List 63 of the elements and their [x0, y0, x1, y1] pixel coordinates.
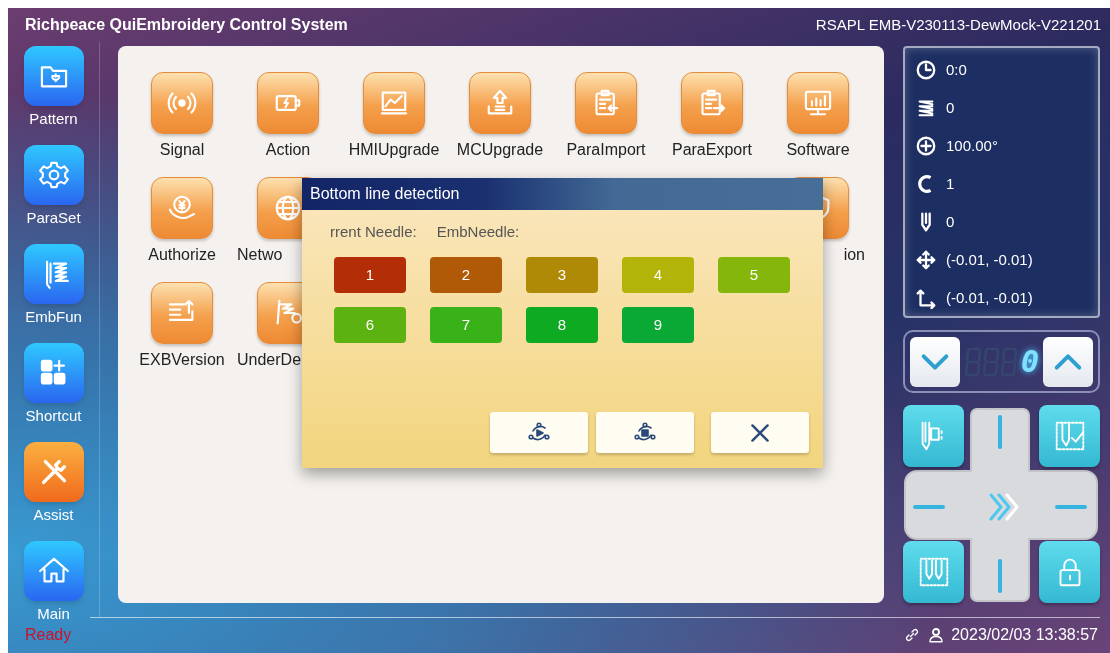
needle-button[interactable]: 9 [622, 307, 694, 343]
nav-button[interactable] [23, 442, 84, 502]
plus-circle-icon [915, 135, 937, 157]
nav-button[interactable] [23, 343, 84, 403]
date-time: 2023/02/03 13:38:57 [951, 625, 1098, 645]
function-label: Software [786, 140, 850, 160]
status-value: (-0.01, -0.01) [946, 287, 1033, 308]
pad-button[interactable] [1039, 405, 1100, 467]
nav-label: ParaSet [26, 208, 81, 228]
nav-button[interactable] [23, 145, 84, 205]
increase-button[interactable] [1043, 336, 1093, 387]
status-text: Ready [25, 625, 72, 645]
function-label: HMIUpgrade [348, 140, 440, 160]
function-label: ParaExport [671, 140, 752, 160]
status-value: 1 [946, 173, 955, 194]
nav-button[interactable] [23, 46, 84, 106]
clock-icon [915, 59, 937, 81]
needle-button[interactable]: 8 [526, 307, 598, 343]
needle-button[interactable]: 4 [622, 257, 694, 293]
status-value: 100.00° [946, 135, 998, 156]
function-label: EXBVersion [139, 350, 225, 370]
counter-value: 0 [1020, 345, 1039, 378]
nav-button[interactable] [23, 541, 84, 601]
play-button[interactable] [490, 412, 588, 453]
function-label: MCUpgrade [456, 140, 544, 160]
function-label: Action [265, 140, 311, 160]
nav-label: EmbFun [25, 307, 82, 327]
function-label: ion [843, 245, 865, 265]
stop-button[interactable] [596, 412, 694, 453]
function-label: UnderDe [237, 350, 302, 370]
direction-pad-drawing[interactable] [903, 405, 1100, 603]
dialog-title: Bottom line detection [310, 184, 460, 204]
info-text: rrent Needle: [330, 221, 417, 242]
needle-button[interactable]: 3 [526, 257, 598, 293]
status-value: 0:0 [946, 59, 967, 80]
nav-button[interactable] [23, 244, 84, 304]
pad-button[interactable] [903, 405, 964, 467]
function-label: Signal [159, 140, 205, 160]
app-title: Richpeace QuiEmbroidery Control System [25, 15, 348, 35]
status-value: 0 [946, 97, 955, 118]
decrease-button[interactable] [910, 336, 960, 387]
needle-button[interactable]: 5 [718, 257, 790, 293]
needle-button[interactable]: 7 [430, 307, 502, 343]
status-value: (-0.01, -0.01) [946, 249, 1033, 270]
user-icon [927, 626, 946, 644]
pad-button[interactable] [903, 541, 964, 603]
needle-button[interactable]: 2 [430, 257, 502, 293]
nav-label: Main [37, 604, 70, 624]
function-label: Authorize [148, 245, 216, 265]
nav-label: Pattern [29, 109, 78, 129]
move-icon [915, 249, 937, 271]
needle-button[interactable]: 6 [334, 307, 406, 343]
info-text: EmbNeedle: [436, 221, 520, 242]
corner-arrow-icon [915, 287, 937, 309]
needle-button[interactable]: 1 [334, 257, 406, 293]
pad-button[interactable] [1039, 541, 1100, 603]
status-value: 0 [946, 211, 955, 232]
version-text: RSAPL EMB-V230113-DewMock-V221201 [815, 14, 1101, 35]
nav-label: Shortcut [25, 406, 82, 426]
nav-label: Assist [33, 505, 74, 525]
function-label: Netwo [237, 245, 283, 265]
close-button[interactable] [711, 412, 809, 453]
function-label: ParaImport [566, 140, 646, 160]
